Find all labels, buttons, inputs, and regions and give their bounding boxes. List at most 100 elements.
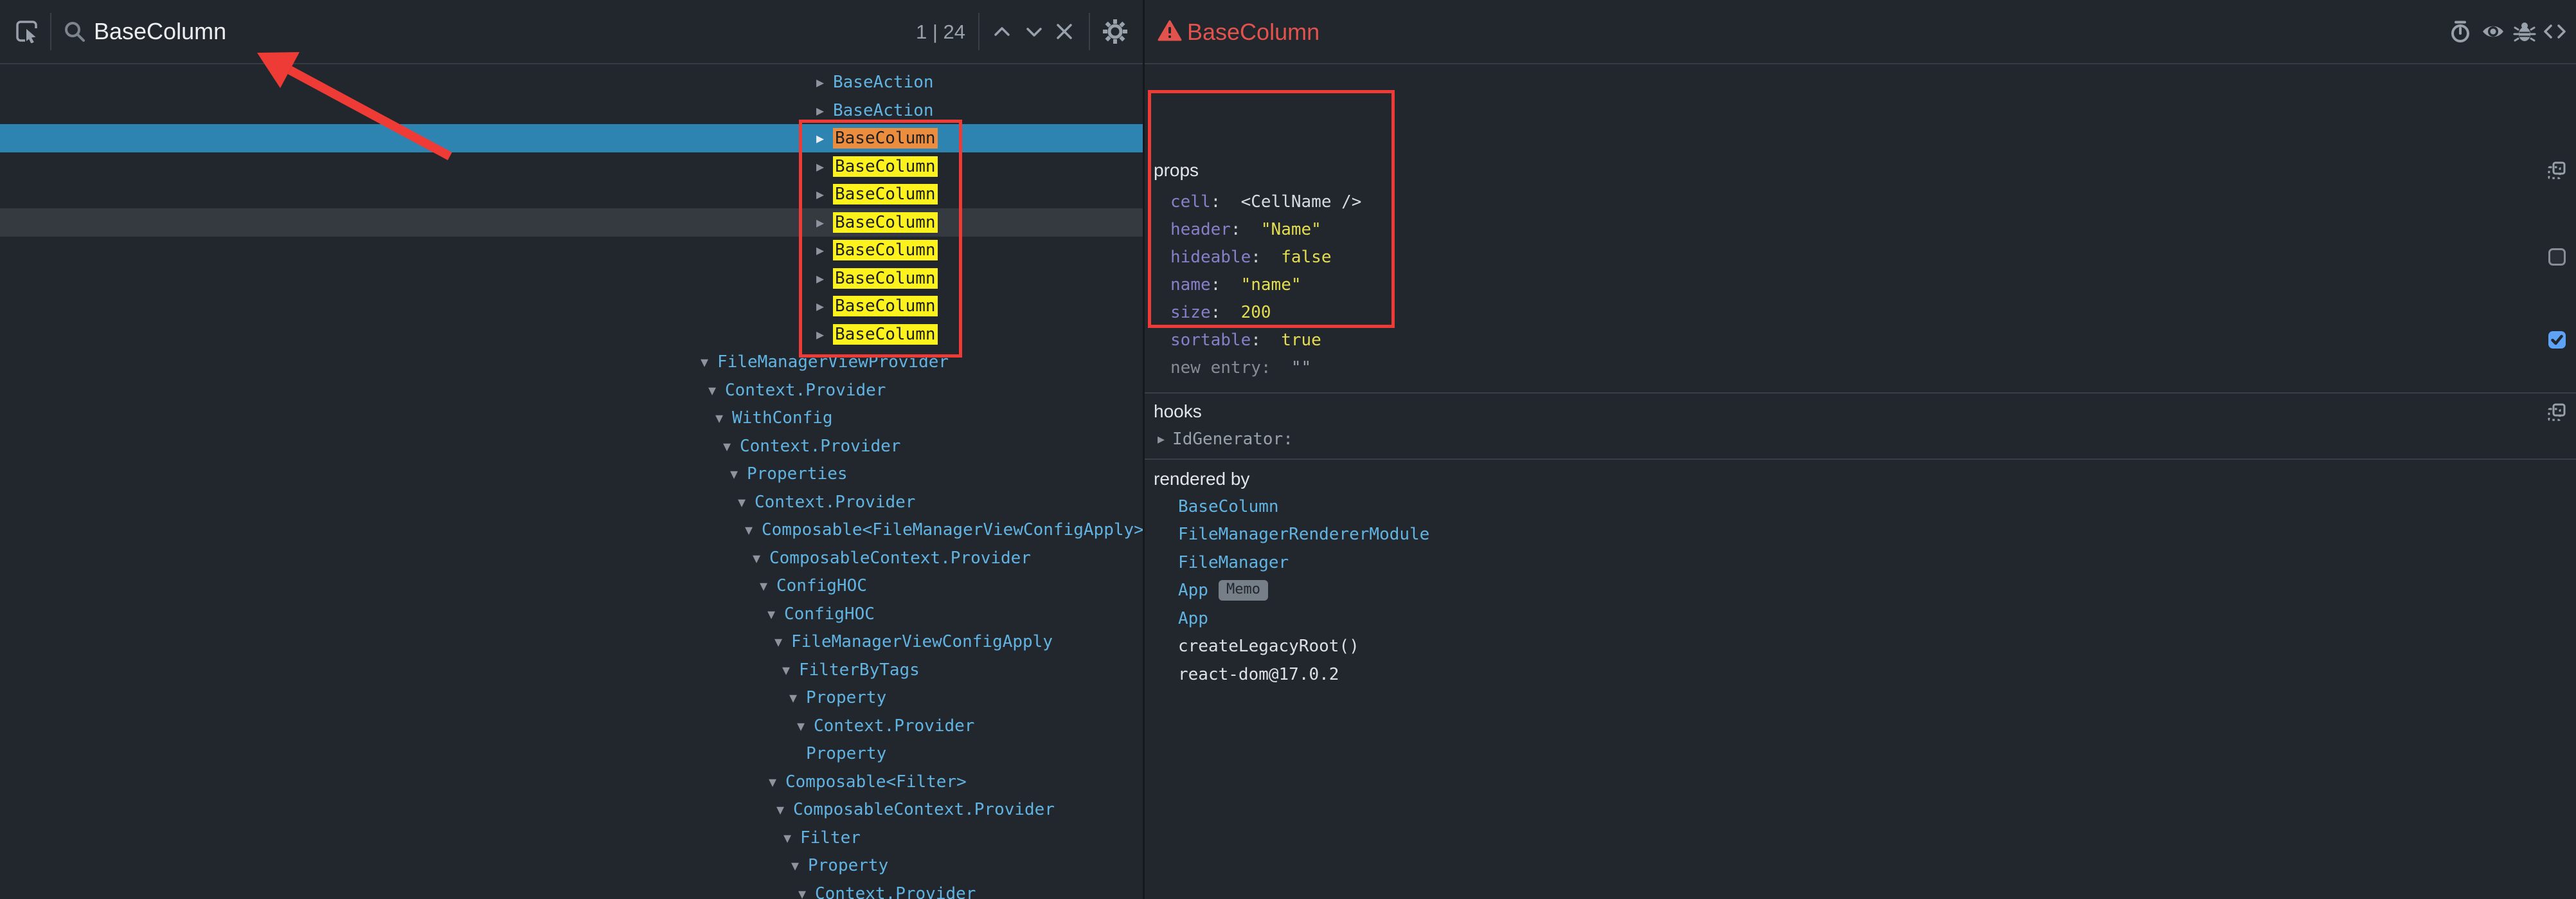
expanded-arrow-icon[interactable]: ▾ (769, 774, 785, 790)
expanded-arrow-icon[interactable]: ▾ (767, 606, 784, 622)
tree-row-context-provider[interactable]: ▾Context.Provider (0, 880, 1143, 899)
expanded-arrow-icon[interactable]: ▾ (798, 886, 815, 899)
expanded-arrow-icon[interactable]: ▾ (789, 690, 806, 705)
tree-row-basecolumn[interactable]: ▸BaseColumn (0, 152, 1143, 181)
owner-link[interactable]: FileManagerRendererModule (1178, 525, 1429, 544)
tree-row-basecolumn[interactable]: ▸BaseColumn (0, 292, 1143, 320)
prop-checkbox-hideable[interactable] (2548, 248, 2566, 266)
tree-row-basecolumn[interactable]: ▸BaseColumn (0, 124, 1143, 152)
expanded-arrow-icon[interactable]: ▾ (708, 383, 725, 398)
tree-row-context-provider[interactable]: ▾Context.Provider (0, 432, 1143, 460)
tree-row-filemanagerviewconfigapply[interactable]: ▾FileManagerViewConfigApply (0, 628, 1143, 656)
next-match-button[interactable] (1023, 20, 1046, 43)
owner-link[interactable]: BaseColumn (1178, 497, 1279, 516)
collapsed-arrow-icon[interactable]: ▸ (816, 298, 833, 314)
rendered-by-row: FileManager (1178, 549, 1289, 576)
collapsed-arrow-icon[interactable]: ▸ (816, 215, 833, 230)
tree-row-filter[interactable]: ▾Filter (0, 824, 1143, 852)
hooks-section-title: hooks (1154, 397, 1202, 426)
expanded-arrow-icon[interactable]: ▾ (745, 522, 762, 538)
prop-row-header: header: "Name" (1170, 215, 1321, 243)
component-name: WithConfig (732, 410, 833, 426)
expanded-arrow-icon[interactable]: ▾ (774, 634, 791, 649)
collapsed-arrow-icon[interactable]: ▸ (816, 75, 833, 90)
prop-colon: : (1261, 358, 1291, 377)
expanded-arrow-icon[interactable]: ▾ (723, 439, 740, 454)
collapsed-arrow-icon[interactable]: ▸ (816, 327, 833, 342)
expanded-arrow-icon[interactable]: ▾ (753, 550, 769, 566)
expanded-arrow-icon[interactable]: ▾ (738, 495, 755, 510)
tree-row-basecolumn[interactable]: ▸BaseColumn (0, 320, 1143, 349)
tree-row-composablecontext-provider[interactable]: ▾ComposableContext.Provider (0, 544, 1143, 572)
prop-checkbox-sortable[interactable] (2548, 331, 2566, 349)
rendered-by-row: createLegacyRoot() (1178, 633, 1359, 660)
expanded-arrow-icon[interactable]: ▾ (715, 410, 732, 426)
tree-row-baseaction[interactable]: ▸BaseAction (0, 96, 1143, 125)
tree-row-context-provider[interactable]: ▾Context.Provider (0, 712, 1143, 740)
expanded-arrow-icon[interactable]: ▾ (701, 354, 717, 370)
expanded-arrow-icon[interactable]: ▾ (791, 858, 808, 873)
expanded-arrow-icon[interactable]: ▾ (797, 718, 814, 734)
prop-row-size: size: 200 (1170, 298, 1271, 326)
collapsed-arrow-icon[interactable]: ▸ (816, 271, 833, 286)
collapsed-arrow-icon[interactable]: ▸ (816, 103, 833, 118)
rendered-by-row: App (1178, 604, 1208, 632)
expanded-arrow-icon[interactable]: ▾ (783, 830, 800, 846)
collapsed-arrow-icon[interactable]: ▸ (816, 159, 833, 174)
component-name: Property (808, 857, 888, 874)
copy-props-icon[interactable] (2548, 161, 2566, 179)
log-bug-icon[interactable] (2513, 20, 2536, 43)
settings-gear-icon[interactable] (1102, 18, 1125, 41)
owner-link[interactable]: App (1178, 609, 1208, 628)
tree-row-property[interactable]: ▾Property (0, 851, 1143, 880)
tree-row-context-provider[interactable]: ▾Context.Provider (0, 376, 1143, 404)
previous-match-button[interactable] (991, 20, 1014, 43)
component-name: Filter (800, 830, 861, 846)
inspect-element-icon[interactable] (15, 20, 39, 43)
inspect-dom-eye-icon[interactable] (2481, 20, 2504, 43)
clear-search-button[interactable] (1053, 20, 1076, 43)
tree-row-basecolumn[interactable]: ▸BaseColumn (0, 208, 1143, 237)
tree-row-property[interactable]: ▾Property (0, 684, 1143, 712)
tree-row-confighoc[interactable]: ▾ConfigHOC (0, 600, 1143, 628)
owner-link[interactable]: App (1178, 581, 1208, 600)
tree-row-properties[interactable]: ▾Properties (0, 460, 1143, 488)
collapsed-arrow-icon[interactable]: ▸ (816, 131, 833, 146)
tree-row-filemanagerviewprovider[interactable]: ▾FileManagerViewProvider (0, 348, 1143, 376)
tree-row-composablecontext-provider[interactable]: ▾ComposableContext.Provider (0, 795, 1143, 824)
tree-row-context-provider[interactable]: ▾Context.Provider (0, 488, 1143, 516)
copy-hooks-icon[interactable] (2548, 403, 2566, 421)
component-name: BaseColumn (833, 240, 938, 260)
hook-row[interactable]: ▸IdGenerator: (1158, 425, 1293, 453)
collapsed-arrow-icon[interactable]: ▸ (816, 242, 833, 258)
tree-row-confighoc[interactable]: ▾ConfigHOC (0, 572, 1143, 600)
tree-row-basecolumn[interactable]: ▸BaseColumn (0, 236, 1143, 264)
view-source-code-icon[interactable] (2543, 20, 2566, 43)
component-tree: ▸BaseAction▸BaseAction▸BaseColumn▸BaseCo… (0, 64, 1143, 899)
prop-value[interactable]: <CellName /> (1241, 192, 1362, 212)
tree-row-composable-filemanagerviewconfigapply-[interactable]: ▾Composable<FileManagerViewConfigApply> (0, 516, 1143, 544)
tree-row-baseaction[interactable]: ▸BaseAction (0, 68, 1143, 96)
search-input[interactable]: BaseColumn (94, 18, 226, 45)
tree-row-basecolumn[interactable]: ▸BaseColumn (0, 264, 1143, 293)
prop-value[interactable]: "name" (1241, 275, 1301, 295)
collapsed-arrow-icon[interactable]: ▸ (816, 186, 833, 202)
prop-value[interactable]: true (1281, 331, 1321, 350)
expanded-arrow-icon[interactable]: ▾ (782, 662, 799, 678)
prop-value[interactable]: "Name" (1261, 220, 1321, 239)
prop-value[interactable]: "" (1291, 358, 1311, 377)
tree-row-basecolumn[interactable]: ▸BaseColumn (0, 180, 1143, 208)
tree-row-withconfig[interactable]: ▾WithConfig (0, 404, 1143, 432)
tree-row-composable-filter-[interactable]: ▾Composable<Filter> (0, 768, 1143, 796)
tree-row-filterbytags[interactable]: ▾FilterByTags (0, 656, 1143, 684)
tree-row-property[interactable]: Property (0, 740, 1143, 768)
section-divider (1145, 459, 2576, 460)
expanded-arrow-icon[interactable]: ▾ (760, 578, 776, 594)
expanded-arrow-icon[interactable]: ▾ (730, 466, 747, 482)
prop-value[interactable]: 200 (1241, 303, 1271, 322)
collapsed-arrow-icon[interactable]: ▸ (1158, 431, 1165, 448)
owner-link[interactable]: FileManager (1178, 553, 1289, 572)
expanded-arrow-icon[interactable]: ▾ (776, 802, 793, 817)
prop-value[interactable]: false (1281, 248, 1331, 267)
suspense-timer-icon[interactable] (2449, 20, 2472, 43)
